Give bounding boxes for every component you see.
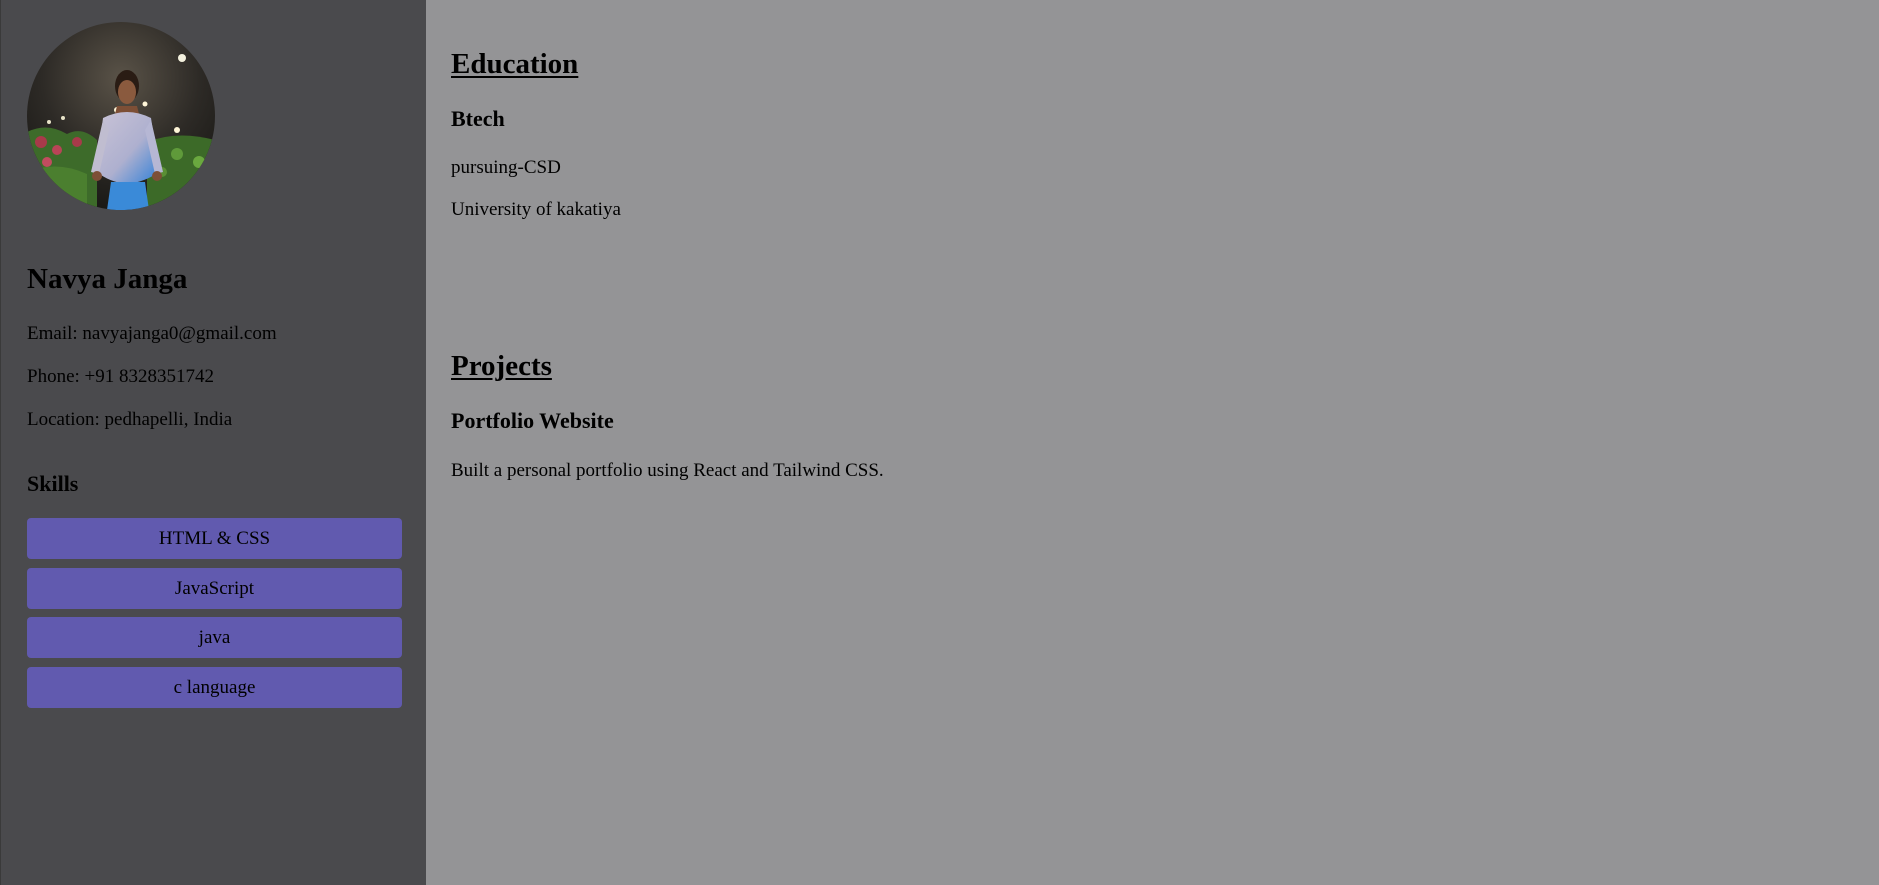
profile-photo [27,22,215,210]
main-content: Education Btech pursuing-CSD University … [426,0,1879,885]
project-name: Portfolio Website [451,408,614,433]
skill-item: HTML & CSS [27,518,402,559]
contact-email: Email: navyajanga0@gmail.com [27,323,277,344]
contact-phone: Phone: +91 8328351742 [27,366,214,387]
skill-item: JavaScript [27,567,402,609]
skill-item: c language [27,666,402,708]
profile-name: Navya Janga [27,263,188,295]
projects-heading: Projects [451,350,552,382]
education-status: pursuing-CSD [451,157,561,178]
sidebar: Navya Janga Email: navyajanga0@gmail.com… [0,0,426,885]
contact-location: Location: pedhapelli, India [27,409,233,430]
education-degree: Btech [451,106,505,131]
skill-item: java [27,617,402,658]
education-heading: Education [451,48,579,80]
skills-list: HTML & CSS JavaScript java c language [27,518,402,716]
resume-page: Navya Janga Email: navyajanga0@gmail.com… [0,0,1879,885]
education-university: University of kakatiya [451,199,621,220]
project-description: Built a personal portfolio using React a… [451,460,884,481]
skills-heading: Skills [27,471,79,496]
